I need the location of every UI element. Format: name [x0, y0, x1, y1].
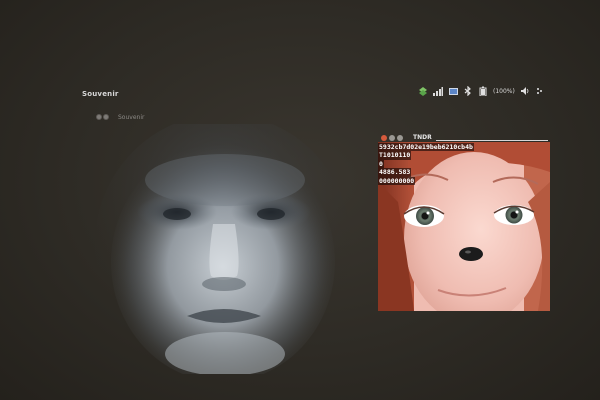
user-id-text: 5932cb7d02e19beb6210cb4b [378, 143, 474, 152]
volume-icon[interactable] [520, 86, 530, 96]
battery-icon[interactable] [478, 86, 488, 96]
bluetooth-icon[interactable] [463, 86, 473, 96]
mail-badge [448, 87, 458, 95]
dog-nose-icon [459, 247, 483, 261]
tndr-window-title: TNDR [413, 134, 432, 141]
network-icon[interactable] [418, 86, 428, 96]
mail-icon[interactable] [448, 86, 458, 96]
maximize-button[interactable] [397, 134, 403, 141]
close-button[interactable] [96, 114, 102, 120]
zero-text: 0 [378, 159, 384, 169]
minimize-button[interactable] [103, 114, 109, 120]
tndr-info-overlay: 5932cb7d02e19beb6210cb4b T1010110 0 4886… [378, 143, 474, 186]
averaged-face-image [95, 124, 350, 374]
distance-text: 4886.583 [378, 168, 412, 177]
binary-code-text: T1010110 [378, 151, 412, 160]
app-title: Souvenir [82, 90, 119, 98]
projected-desktop: Souvenir (100%) Souvenir TNDR 5932cb7d02… [0, 0, 600, 400]
zeros-text: 000000000 [378, 176, 416, 186]
window-controls [96, 114, 109, 120]
tndr-window: TNDR 5932cb7d02e19beb6210cb4b T1010110 0… [378, 133, 550, 311]
system-tray: (100%) [418, 86, 545, 96]
window-title: Souvenir [118, 114, 145, 121]
session-icon[interactable] [535, 86, 545, 96]
minimize-button[interactable] [389, 134, 395, 141]
close-button[interactable] [381, 134, 387, 141]
battery-percentage: (100%) [493, 87, 515, 95]
title-underline [436, 140, 548, 141]
signal-icon[interactable] [433, 86, 443, 96]
